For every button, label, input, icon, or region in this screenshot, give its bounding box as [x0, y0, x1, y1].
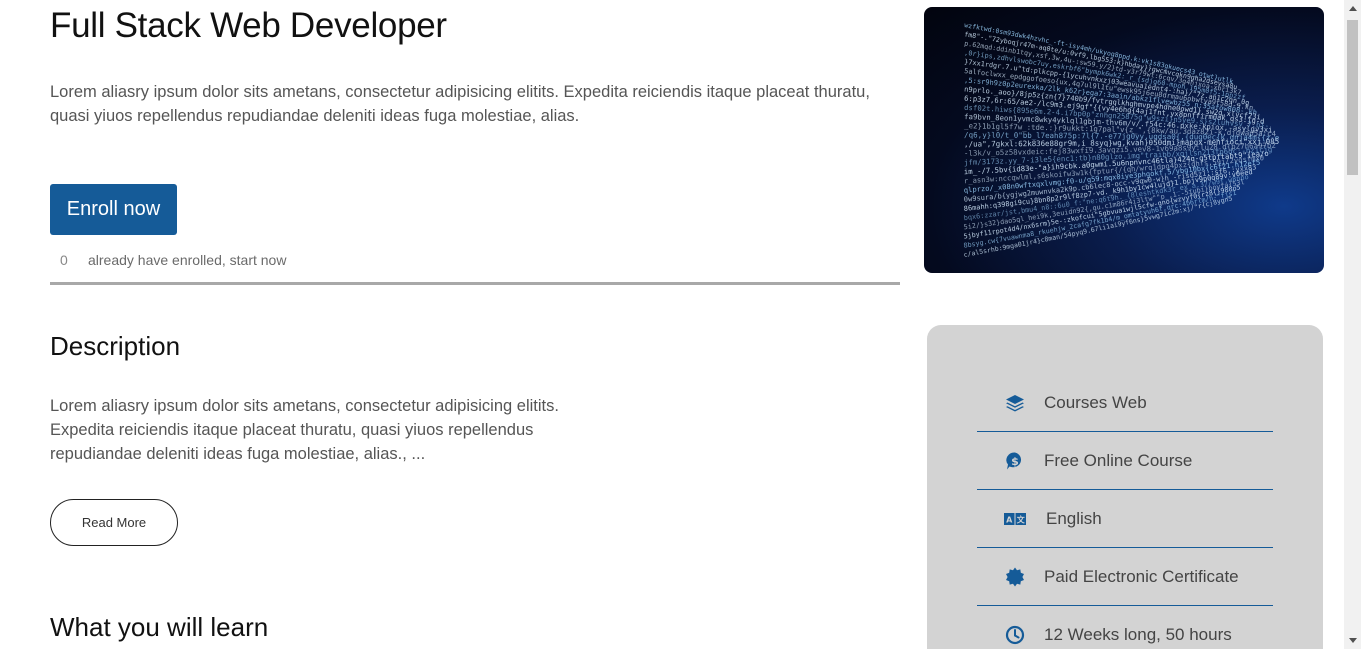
certificate-icon — [1004, 566, 1026, 588]
description-title: Description — [50, 331, 181, 361]
course-info-list: Courses Web $ Free Online Course A文 Engl… — [977, 375, 1273, 649]
svg-text:A: A — [1006, 515, 1013, 524]
enrolled-count: 0 — [60, 252, 68, 268]
course-info-card: Courses Web $ Free Online Course A文 Engl… — [927, 325, 1323, 649]
svg-text:文: 文 — [1017, 514, 1026, 524]
scroll-up-arrow-icon[interactable] — [1344, 0, 1361, 17]
dollar-badge-icon: $ — [1004, 450, 1026, 472]
info-label-price: Free Online Course — [1044, 450, 1193, 470]
info-item-duration: 12 Weeks long, 50 hours — [977, 606, 1273, 649]
info-label-duration: 12 Weeks long, 50 hours — [1044, 624, 1232, 644]
info-item-certificate: Paid Electronic Certificate — [977, 548, 1273, 606]
translate-icon: A文 — [1004, 508, 1026, 530]
description-text: Lorem aliasry ipsum dolor sits ametans, … — [50, 397, 559, 463]
enroll-now-button[interactable]: Enroll now — [50, 184, 177, 235]
page-scrollbar[interactable] — [1344, 0, 1361, 649]
info-item-price: $ Free Online Course — [977, 432, 1273, 490]
info-item-language: A文 English — [977, 490, 1273, 548]
read-more-button[interactable]: Read More — [50, 499, 178, 546]
what-you-will-learn-title: What you will learn — [50, 612, 269, 642]
layers-icon — [1004, 392, 1026, 414]
section-divider — [50, 282, 900, 285]
clock-icon — [1004, 624, 1026, 646]
scroll-down-arrow-icon[interactable] — [1344, 632, 1361, 649]
info-item-category: Courses Web — [977, 375, 1273, 432]
course-title: Full Stack Web Developer — [50, 6, 447, 45]
info-label-language: English — [1046, 508, 1102, 528]
scrollbar-thumb[interactable] — [1347, 20, 1358, 175]
code-stream-graphic: wzfktwd:0sm93dwk4hzvhc_-ft-isy4mh/ukyog8… — [963, 21, 1280, 259]
svg-text:$: $ — [1011, 455, 1019, 468]
enrolled-text: already have enrolled, start now — [88, 252, 287, 268]
enrollment-status: 0 already have enrolled, start now — [60, 252, 286, 268]
info-label-category: Courses Web — [1044, 393, 1147, 412]
info-label-certificate: Paid Electronic Certificate — [1044, 566, 1239, 586]
course-hero-image: wzfktwd:0sm93dwk4hzvhc_-ft-isy4mh/ukyog8… — [924, 7, 1324, 273]
course-intro: Lorem aliasry ipsum dolor sits ametans, … — [50, 83, 870, 125]
